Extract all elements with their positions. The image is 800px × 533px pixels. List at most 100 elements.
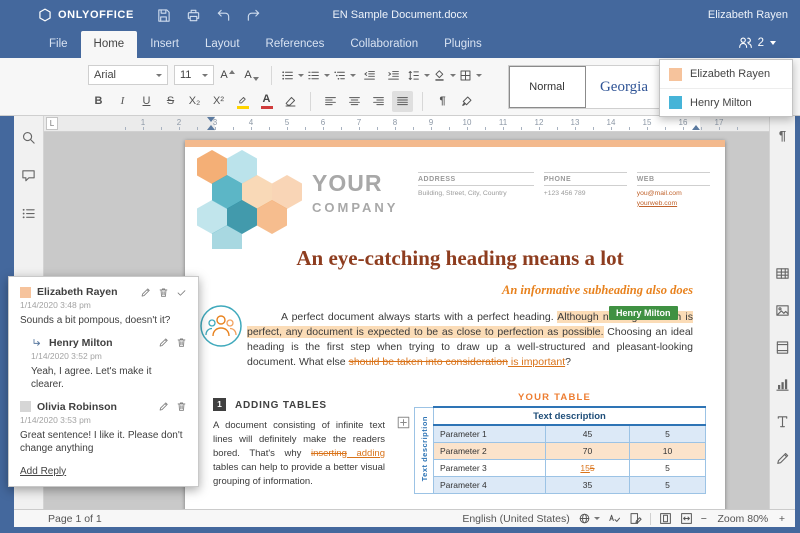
save-button[interactable]	[156, 8, 171, 23]
multilevel-list-button[interactable]	[333, 65, 356, 86]
font-size-value: 11	[180, 69, 192, 81]
user-list-item[interactable]: Elizabeth Rayen	[660, 60, 792, 88]
tab-home[interactable]: Home	[80, 31, 138, 58]
chevron-down-icon	[202, 73, 208, 77]
signature-settings-button[interactable]	[772, 447, 794, 469]
style-normal[interactable]: Normal	[509, 66, 586, 108]
navigation-button[interactable]	[18, 202, 40, 224]
paragraph-shading-button[interactable]	[433, 65, 456, 86]
undo-button[interactable]	[216, 8, 231, 23]
align-justify-icon	[396, 95, 409, 108]
increase-font-button[interactable]: A	[217, 65, 238, 86]
redo-button[interactable]	[246, 8, 261, 23]
left-indent-marker[interactable]	[207, 125, 215, 130]
chevron-down-icon	[770, 40, 776, 45]
highlight-color-button[interactable]	[232, 91, 253, 112]
tab-layout[interactable]: Layout	[192, 31, 253, 58]
align-justify-button[interactable]	[392, 90, 413, 112]
font-color-button[interactable]: A	[256, 91, 277, 112]
table-handle[interactable]	[397, 416, 410, 429]
contact-address-value: Building, Street, City, Country	[418, 190, 507, 197]
globe-icon	[578, 512, 591, 525]
delete-comment-icon[interactable]	[158, 287, 169, 298]
align-left-button[interactable]	[320, 91, 341, 112]
copy-style-button[interactable]	[456, 91, 477, 112]
underline-button[interactable]: U	[136, 91, 157, 112]
font-size-select[interactable]: 11	[174, 65, 214, 85]
first-line-indent-marker[interactable]	[207, 117, 215, 122]
track-changes-button[interactable]	[629, 512, 642, 525]
font-name-select[interactable]: Arial	[88, 65, 168, 85]
borders-button[interactable]	[459, 65, 482, 86]
chevron-down-icon	[156, 73, 162, 77]
spellcheck-button[interactable]	[608, 512, 621, 525]
delete-comment-icon[interactable]	[176, 401, 187, 412]
tab-stop-selector[interactable]: L	[46, 117, 58, 130]
print-button[interactable]	[186, 8, 201, 23]
user-list-item[interactable]: Henry Milton	[660, 88, 792, 116]
nonprinting-characters-button[interactable]: ¶	[432, 91, 453, 112]
horizontal-ruler[interactable]: L 1 2 3 4 5 6 7 8 9 10 11 12 13 14 15 16…	[44, 116, 769, 132]
edit-comment-icon[interactable]	[158, 337, 169, 348]
chart-settings-button[interactable]	[772, 373, 794, 395]
table-header-cell[interactable]: Text description	[433, 406, 706, 426]
tab-references[interactable]: References	[253, 31, 338, 58]
strikethrough-button[interactable]: S	[160, 91, 181, 112]
zoom-in-button[interactable]: +	[779, 513, 785, 525]
table-settings-button[interactable]	[772, 262, 794, 284]
shading-icon	[433, 69, 446, 82]
align-center-button[interactable]	[344, 91, 365, 112]
table-rotated-label-cell[interactable]: Text description	[414, 406, 434, 494]
italic-button[interactable]: I	[112, 91, 133, 112]
co-editing-users-button[interactable]: 2	[738, 35, 776, 50]
comments-button[interactable]	[18, 164, 40, 186]
text-art-settings-button[interactable]	[772, 410, 794, 432]
language-select[interactable]	[578, 512, 600, 525]
numbering-button[interactable]	[307, 65, 330, 86]
toolbar-separator	[422, 91, 423, 111]
style-georgia[interactable]: Georgia	[586, 66, 663, 108]
bullets-button[interactable]	[281, 65, 304, 86]
tracked-deletion: should be taken into consideration	[348, 356, 508, 368]
increase-indent-button[interactable]	[383, 65, 404, 86]
caret-up-icon	[228, 69, 235, 74]
tab-collaboration[interactable]: Collaboration	[337, 31, 431, 58]
edit-comment-icon[interactable]	[158, 401, 169, 412]
image-settings-button[interactable]	[772, 299, 794, 321]
edit-comment-icon[interactable]	[140, 287, 151, 298]
side-paragraph[interactable]: A document consisting of infinite text l…	[213, 419, 385, 489]
superscript-button[interactable]: X²	[208, 91, 229, 112]
subscript-button[interactable]: X₂	[184, 91, 205, 112]
fit-page-button[interactable]	[659, 512, 672, 525]
page-accent-band	[185, 140, 725, 147]
resolve-comment-icon[interactable]	[176, 287, 187, 298]
text-art-icon	[775, 414, 790, 429]
search-button[interactable]	[18, 126, 40, 148]
tab-plugins[interactable]: Plugins	[431, 31, 495, 58]
add-reply-link[interactable]: Add Reply	[20, 466, 66, 477]
right-indent-marker[interactable]	[692, 125, 700, 130]
section-number: 1	[213, 398, 226, 411]
delete-comment-icon[interactable]	[176, 337, 187, 348]
align-right-button[interactable]	[368, 91, 389, 112]
decrease-font-button[interactable]: A	[241, 65, 262, 86]
line-spacing-button[interactable]	[407, 65, 430, 86]
document-table[interactable]: Text description Text description Parame…	[414, 406, 706, 494]
table-row[interactable]: Parameter 3 155 5	[414, 458, 706, 477]
document-page[interactable]: YOUR COMPANY ADDRESS Building, Street, C…	[185, 140, 725, 509]
zoom-out-button[interactable]: −	[701, 513, 707, 525]
decrease-indent-button[interactable]	[359, 65, 380, 86]
table-row[interactable]: Parameter 2 70 10	[414, 441, 706, 460]
header-footer-settings-button[interactable]	[772, 336, 794, 358]
table-row[interactable]: Parameter 4 35 5	[414, 475, 706, 494]
tab-insert[interactable]: Insert	[137, 31, 192, 58]
paragraph-settings-button[interactable]: ¶	[772, 124, 794, 146]
contact-web-link[interactable]: yourweb.com	[637, 199, 710, 209]
table-row[interactable]: Parameter 1 45 5	[414, 424, 706, 443]
contact-email-link[interactable]: you@mail.com	[637, 190, 682, 197]
tab-file[interactable]: File	[36, 31, 81, 58]
clear-style-button[interactable]	[280, 91, 301, 112]
bold-button[interactable]: B	[88, 91, 109, 112]
fit-width-button[interactable]	[680, 512, 693, 525]
header-footer-icon	[775, 340, 790, 355]
